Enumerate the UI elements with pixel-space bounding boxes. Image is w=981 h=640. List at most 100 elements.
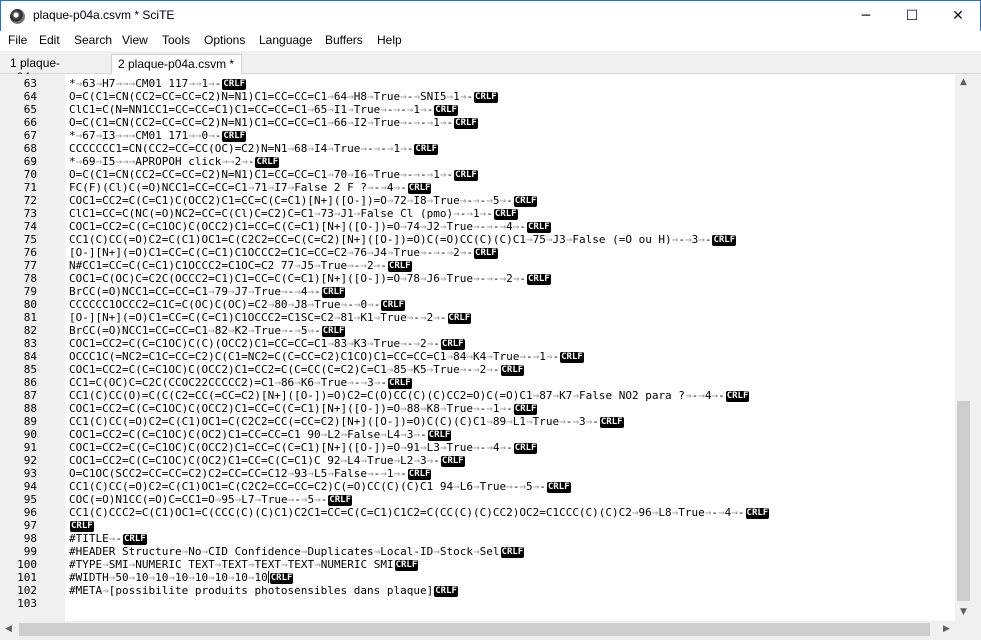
horizontal-scroll-thumb[interactable] — [19, 623, 930, 636]
tab-arrow-icon: → — [453, 207, 460, 220]
tab-arrow-icon: → — [400, 272, 407, 285]
code-line: [O-][N+](=O)C1=CC=C(C=C1)C1OCCC2=C1SC=C2… — [69, 311, 472, 324]
horizontal-scrollbar[interactable]: ◀ ▶ — [0, 621, 955, 638]
menu-language[interactable]: Language — [259, 33, 312, 47]
tab-arrow-icon: → — [512, 272, 520, 285]
tab-arrow-icon: → — [360, 376, 368, 389]
crlf-eol-marker: CRLF — [599, 417, 624, 428]
tab-arrow-icon: → — [367, 116, 374, 129]
tab-arrow-icon: → — [532, 480, 540, 493]
menu-help[interactable]: Help — [377, 33, 402, 47]
line-number: 82 — [23, 324, 37, 337]
tab-arrow-icon: → — [473, 272, 480, 285]
tab-arrow-icon: → — [327, 168, 334, 181]
crlf-eol-marker: CRLF — [407, 469, 432, 480]
code-line: ClC1=C(N=NN1CC1=CC=CC=C1)C1=CC=CC=C1→65→… — [69, 103, 458, 116]
scroll-left-arrow-icon[interactable]: ◀ — [0, 621, 17, 638]
tab-arrow-icon: → — [486, 220, 493, 233]
line-number: 70 — [23, 168, 37, 181]
tab-arrow-icon: → — [400, 220, 407, 233]
line-number: 101 — [17, 571, 37, 584]
editor-pane[interactable]: *→63→H7→→→CM01 117→→1→- CRLF O=C(C1=CN(CC2… — [0, 74, 955, 621]
tab-arrow-icon: → — [439, 402, 447, 415]
tab-arrow-icon: → — [128, 129, 136, 142]
tab-arrow-icon: → — [373, 142, 381, 155]
menu-file[interactable]: File — [8, 33, 27, 47]
tab-arrow-icon: → — [247, 285, 255, 298]
tab-arrow-icon: → — [274, 376, 281, 389]
code-line: BrCC(=O)NCC1=CC=CC=C1→79→J7→True→-→4→- CR… — [69, 285, 346, 298]
vertical-scrollbar[interactable]: ▲ ▼ — [955, 74, 972, 621]
crlf-eol-marker: CRLF — [381, 300, 405, 311]
tab-arrow-icon: → — [227, 285, 235, 298]
tab-arrow-icon: → — [585, 415, 593, 428]
tab-arrow-icon: → — [280, 558, 288, 571]
tab-arrow-icon: → — [506, 480, 513, 493]
tab-arrow-icon: → — [499, 220, 507, 233]
tab-arrow-icon: → — [439, 272, 447, 285]
scroll-down-arrow-icon[interactable]: ▼ — [955, 604, 972, 621]
tab-arrow-icon: → — [327, 337, 334, 350]
line-number: 83 — [23, 337, 37, 350]
menu-tools[interactable]: Tools — [162, 33, 190, 47]
menu-view[interactable]: View — [122, 33, 148, 47]
close-button[interactable]: ✕ — [935, 1, 981, 31]
tab-arrow-icon: → — [122, 77, 129, 90]
vertical-scroll-thumb[interactable] — [957, 401, 970, 601]
tab-arrow-icon: → — [486, 402, 493, 415]
code-line: CC1(C)CC(O)=C(C(C2=CC(=CC=C2)[N+]([O-])=… — [69, 389, 750, 402]
tab-arrow-icon: → — [651, 506, 659, 519]
tab-arrow-icon: → — [572, 415, 579, 428]
tab-arrow-icon: → — [148, 571, 156, 584]
line-number: 75 — [23, 233, 37, 246]
code-line: O=C(C1=CN(CC2=CC=CC=C2)N=N1)C1=CC=CC=C1→… — [69, 168, 478, 181]
crlf-eol-marker: CRLF — [222, 131, 247, 142]
minimize-button[interactable]: ─ — [843, 1, 889, 31]
maximize-button[interactable]: ☐ — [889, 1, 935, 31]
line-number: 63 — [23, 77, 37, 90]
tab-arrow-icon: → — [731, 506, 738, 519]
tab-arrow-icon: → — [347, 376, 354, 389]
tab-arrow-icon: → — [439, 220, 447, 233]
code-line: COC1=CC2=C(C=C1OC)C(OCC2)C1=CC=C(C=C1)[N… — [69, 220, 551, 233]
tab-arrow-icon: → — [459, 90, 467, 103]
menu-edit[interactable]: Edit — [39, 33, 60, 47]
line-number: 91 — [23, 441, 37, 454]
tab-arrow-icon: → — [433, 246, 440, 259]
tab-arrow-icon: → — [459, 363, 467, 376]
tab-arrow-icon: → — [373, 376, 381, 389]
title-bar[interactable]: plaque-p04a.csvm * SciTE ─ ☐ ✕ — [0, 0, 981, 31]
tab-arrow-icon: → — [519, 480, 526, 493]
crlf-eol-marker: CRLF — [493, 209, 518, 220]
tab-arrow-icon: → — [486, 350, 493, 363]
crlf-eol-marker: CRLF — [725, 391, 750, 402]
tab-arrow-icon: → — [307, 142, 315, 155]
code-line: FC(F)(Cl)C(=O)NCC1=CC=CC=C1→71→I7→False … — [69, 181, 432, 194]
tab-arrow-icon: → — [413, 428, 421, 441]
tab-arrow-icon: → — [479, 207, 487, 220]
menu-options[interactable]: Options — [204, 33, 245, 47]
tab-arrow-icon: → — [400, 142, 407, 155]
line-number: 94 — [23, 480, 37, 493]
tab-plaque-csvm[interactable]: 2 plaque-p04a.csvm * — [111, 54, 242, 74]
tab-arrow-icon: → — [227, 155, 235, 168]
tab-arrow-icon: → — [128, 77, 136, 90]
tab-arrow-icon: → — [314, 207, 321, 220]
crlf-eol-marker: CRLF — [440, 456, 465, 467]
tab-plaque-csv[interactable]: 1 plaque-p04a.csv — [4, 54, 110, 84]
tab-arrow-icon: → — [420, 220, 427, 233]
menu-search[interactable]: Search — [74, 33, 112, 47]
menu-buffers[interactable]: Buffers — [325, 33, 363, 47]
code-line: CRLF — [69, 519, 94, 532]
tab-arrow-icon: → — [453, 480, 460, 493]
line-number: 88 — [23, 402, 37, 415]
line-number: 100 — [17, 558, 37, 571]
scroll-up-arrow-icon[interactable]: ▲ — [955, 74, 972, 91]
tab-arrow-icon: → — [426, 194, 434, 207]
scroll-right-arrow-icon[interactable]: ▶ — [938, 621, 955, 638]
crlf-eol-marker: CRLF — [321, 287, 346, 298]
line-number: 90 — [23, 428, 37, 441]
tab-arrow-icon: → — [572, 389, 579, 402]
tab-arrow-icon: → — [347, 259, 354, 272]
tab-arrow-icon: → — [545, 350, 553, 363]
